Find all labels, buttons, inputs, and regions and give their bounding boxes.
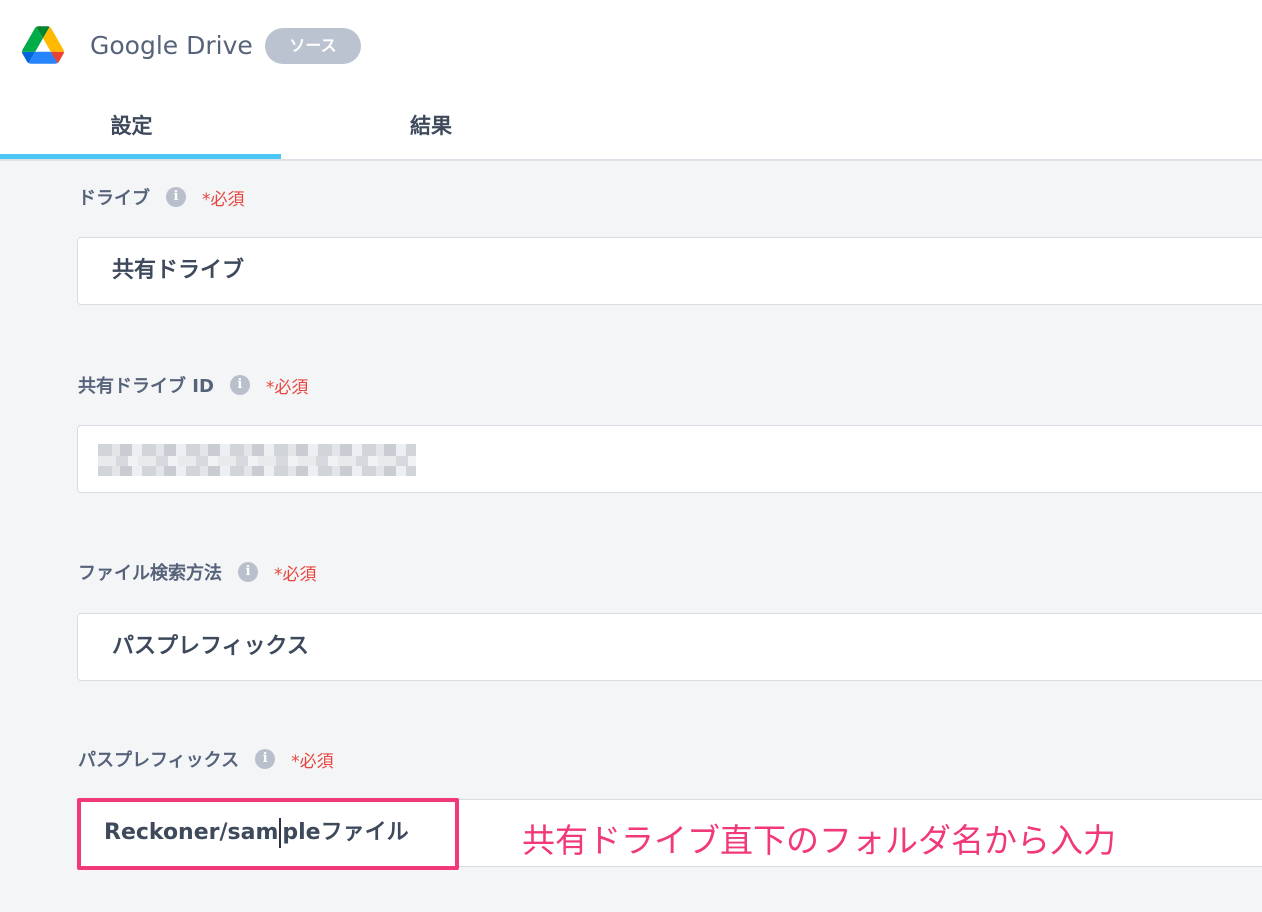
drive-label-text: ドライブ xyxy=(78,188,150,209)
info-icon[interactable]: i xyxy=(166,187,186,207)
info-icon[interactable]: i xyxy=(229,375,250,395)
drive-select[interactable]: 共有ドライブ xyxy=(77,237,1262,305)
shared-drive-id-label-text: 共有ドライブ ID xyxy=(78,376,214,397)
tabs-divider xyxy=(0,159,1262,161)
tab-settings-label: 設定 xyxy=(110,114,153,138)
tab-results-label: 結果 xyxy=(410,114,452,138)
path-prefix-label-text: パスプレフィックス xyxy=(78,750,240,771)
required-marker: *必須 xyxy=(202,189,245,210)
tab-results[interactable]: 結果 xyxy=(300,92,562,158)
annotation-text: 共有ドライブ直下のフォルダ名から入力 xyxy=(522,821,1116,860)
source-badge: ソース xyxy=(265,28,361,64)
info-icon[interactable]: i xyxy=(238,562,258,582)
redacted-id-value xyxy=(98,444,416,476)
path-prefix-label: パスプレフィックス i *必須 xyxy=(78,746,334,772)
app-title: Google Drive xyxy=(90,31,253,60)
search-method-label-text: ファイル検索方法 xyxy=(78,563,222,584)
annotation-highlight-box xyxy=(77,798,459,870)
info-icon[interactable]: i xyxy=(255,749,276,769)
shared-drive-id-input[interactable] xyxy=(77,425,1262,493)
shared-drive-id-label: 共有ドライブ ID i *必須 xyxy=(78,372,308,398)
drive-select-value: 共有ドライブ xyxy=(112,258,245,283)
search-method-select[interactable]: パスプレフィックス xyxy=(77,613,1262,681)
app-header: Google Drive ソース 設定 結果 xyxy=(0,0,1262,160)
tab-bar: 設定 結果 xyxy=(0,92,1262,160)
drive-label: ドライブ i *必須 xyxy=(78,184,245,210)
search-method-label: ファイル検索方法 i *必須 xyxy=(78,559,317,585)
google-drive-logo-icon xyxy=(22,26,64,64)
required-marker: *必須 xyxy=(265,377,309,398)
required-marker: *必須 xyxy=(291,751,334,772)
search-method-select-value: パスプレフィックス xyxy=(112,634,309,659)
required-marker: *必須 xyxy=(274,564,317,585)
tab-settings[interactable]: 設定 xyxy=(0,92,281,158)
